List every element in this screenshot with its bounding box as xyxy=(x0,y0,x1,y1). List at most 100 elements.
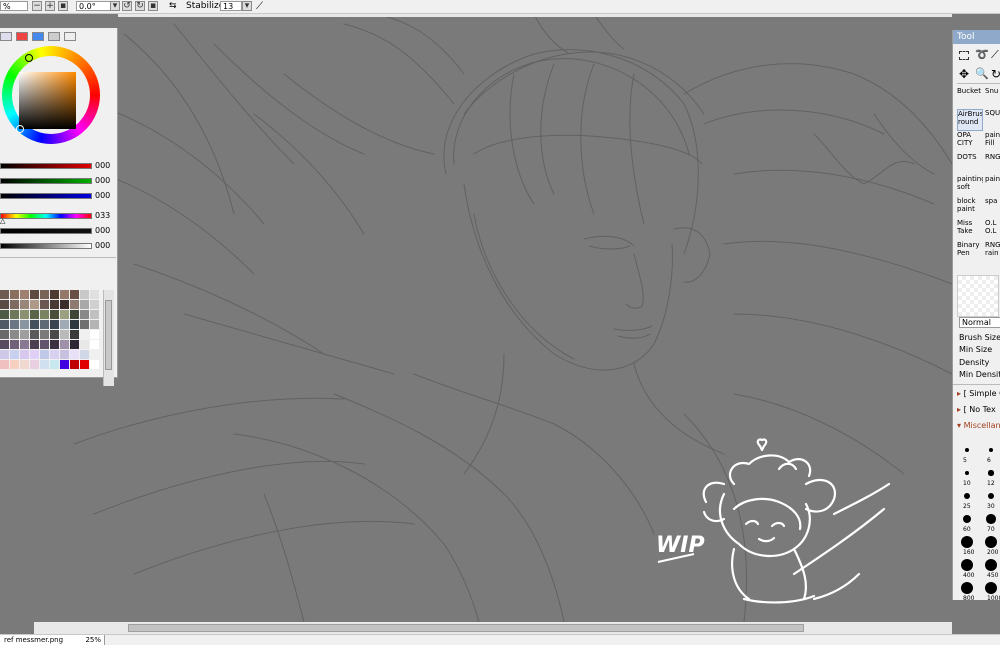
flip-icon[interactable]: ⇆ xyxy=(169,0,177,13)
hsv-slider-tab-icon[interactable] xyxy=(32,32,44,41)
palette-swatch[interactable] xyxy=(30,290,40,300)
palette-swatch[interactable] xyxy=(0,290,10,300)
palette-swatch[interactable] xyxy=(70,300,80,310)
drawing-canvas[interactable]: WIP xyxy=(34,13,953,623)
palette-swatch[interactable] xyxy=(70,330,80,340)
palette-swatch[interactable] xyxy=(20,330,30,340)
lasso-icon[interactable]: ➰ xyxy=(975,48,989,61)
palette-swatch[interactable] xyxy=(90,310,100,320)
palette-swatch[interactable] xyxy=(40,300,50,310)
brush-size-dot[interactable] xyxy=(962,514,972,524)
brush-item[interactable]: block paint xyxy=(957,197,983,219)
palette-swatch[interactable] xyxy=(90,300,100,310)
scratchpad-tab-icon[interactable] xyxy=(64,32,76,41)
zoom-field[interactable]: % xyxy=(0,1,28,11)
palette-swatch[interactable] xyxy=(60,350,70,360)
brush-size-dot[interactable] xyxy=(961,559,973,571)
palette-swatch[interactable] xyxy=(90,350,100,360)
palette-swatch[interactable] xyxy=(50,330,60,340)
red-slider[interactable]: 000 xyxy=(0,160,117,172)
palette-swatch[interactable] xyxy=(30,320,40,330)
palette-swatch[interactable] xyxy=(80,290,90,300)
palette-swatch[interactable] xyxy=(40,330,50,340)
hue-value[interactable]: 033 xyxy=(95,210,110,222)
green-value[interactable]: 000 xyxy=(95,175,110,187)
shape-section[interactable]: ▸ [ Simple C xyxy=(957,389,1000,398)
palette-swatch[interactable] xyxy=(60,300,70,310)
palette-swatch[interactable] xyxy=(70,360,80,370)
palette-swatch[interactable] xyxy=(10,320,20,330)
color-picker-marker[interactable] xyxy=(16,125,24,133)
hue-slider[interactable]: △ 033 xyxy=(0,210,117,225)
palette-swatch[interactable] xyxy=(0,320,10,330)
palette-swatch[interactable] xyxy=(30,340,40,350)
stabilizer-dropdown-icon[interactable]: ▾ xyxy=(242,1,252,11)
palette-swatch[interactable] xyxy=(50,300,60,310)
move-icon[interactable]: ✥ xyxy=(959,67,969,81)
brush-item[interactable]: pain Fill xyxy=(985,131,1000,153)
palette-swatch[interactable] xyxy=(20,340,30,350)
brush-item[interactable]: Bucket xyxy=(957,87,983,109)
palette-swatch[interactable] xyxy=(0,330,10,340)
palette-swatch[interactable] xyxy=(70,350,80,360)
brush-size-dot[interactable] xyxy=(985,559,997,571)
brush-size-dot[interactable] xyxy=(986,514,996,524)
palette-swatch[interactable] xyxy=(40,290,50,300)
palette-swatch[interactable] xyxy=(60,330,70,340)
brush-item[interactable]: AirBrush round xyxy=(957,109,983,131)
brush-item[interactable]: DOTS xyxy=(957,153,983,175)
brush-item[interactable]: RNG rain xyxy=(985,241,1000,263)
hue-marker[interactable] xyxy=(25,54,33,62)
palette-swatch[interactable] xyxy=(60,360,70,370)
zoom-in-button[interactable]: + xyxy=(45,1,55,11)
brush-size-dot[interactable] xyxy=(964,447,969,452)
zoom-icon[interactable]: 🔍 xyxy=(975,67,989,80)
palette-swatch[interactable] xyxy=(60,310,70,320)
zoom-reset-button[interactable]: ▪ xyxy=(58,1,68,11)
rotation-dropdown-icon[interactable]: ▾ xyxy=(110,1,120,11)
green-slider[interactable]: 000 xyxy=(0,175,117,187)
palette-swatch[interactable] xyxy=(70,340,80,350)
palette-swatch[interactable] xyxy=(10,360,20,370)
pen-pressure-icon[interactable]: ⟋ xyxy=(256,0,263,13)
palette-swatch[interactable] xyxy=(90,290,100,300)
brush-item[interactable]: SQU xyxy=(985,109,1000,131)
palette-swatch[interactable] xyxy=(80,310,90,320)
palette-swatch[interactable] xyxy=(90,340,100,350)
palette-swatch[interactable] xyxy=(0,360,10,370)
brush-item[interactable]: pain xyxy=(985,175,1000,197)
rotate-right-button[interactable]: ↻ xyxy=(135,1,145,11)
rotate-reset-button[interactable]: ▪ xyxy=(148,1,158,11)
palette-swatch[interactable] xyxy=(30,330,40,340)
density-label[interactable]: Density xyxy=(959,358,989,367)
palette-swatch[interactable] xyxy=(60,340,70,350)
palette-swatch[interactable] xyxy=(20,300,30,310)
palette-swatch[interactable] xyxy=(40,310,50,320)
palette-swatch[interactable] xyxy=(10,310,20,320)
hue-wheel[interactable] xyxy=(2,46,100,144)
palette-swatch[interactable] xyxy=(50,290,60,300)
palette-swatch[interactable] xyxy=(60,320,70,330)
brush-item[interactable]: OPA CITY xyxy=(957,131,983,153)
palette-swatch[interactable] xyxy=(0,350,10,360)
brush-size-dot[interactable] xyxy=(985,582,997,594)
saturation-slider[interactable]: 000 xyxy=(0,225,117,237)
palette-swatch[interactable] xyxy=(50,340,60,350)
palette-swatch[interactable] xyxy=(40,320,50,330)
texture-section[interactable]: ▸ [ No Tex xyxy=(957,405,996,414)
palette-swatch[interactable] xyxy=(30,300,40,310)
brush-size-dot[interactable] xyxy=(988,470,994,476)
palette-swatch[interactable] xyxy=(70,320,80,330)
palette-swatch[interactable] xyxy=(50,360,60,370)
palette-scrollbar[interactable] xyxy=(103,290,114,386)
palette-swatch[interactable] xyxy=(20,310,30,320)
color-wheel-tab-icon[interactable] xyxy=(0,32,12,41)
brush-size-dot[interactable] xyxy=(961,582,973,594)
palette-swatch[interactable] xyxy=(70,290,80,300)
value-slider[interactable]: 000 xyxy=(0,240,117,252)
brush-item[interactable]: Snu xyxy=(985,87,1000,109)
palette-swatch[interactable] xyxy=(10,350,20,360)
palette-swatch[interactable] xyxy=(50,350,60,360)
palette-swatch[interactable] xyxy=(90,320,100,330)
palette-swatch[interactable] xyxy=(10,330,20,340)
